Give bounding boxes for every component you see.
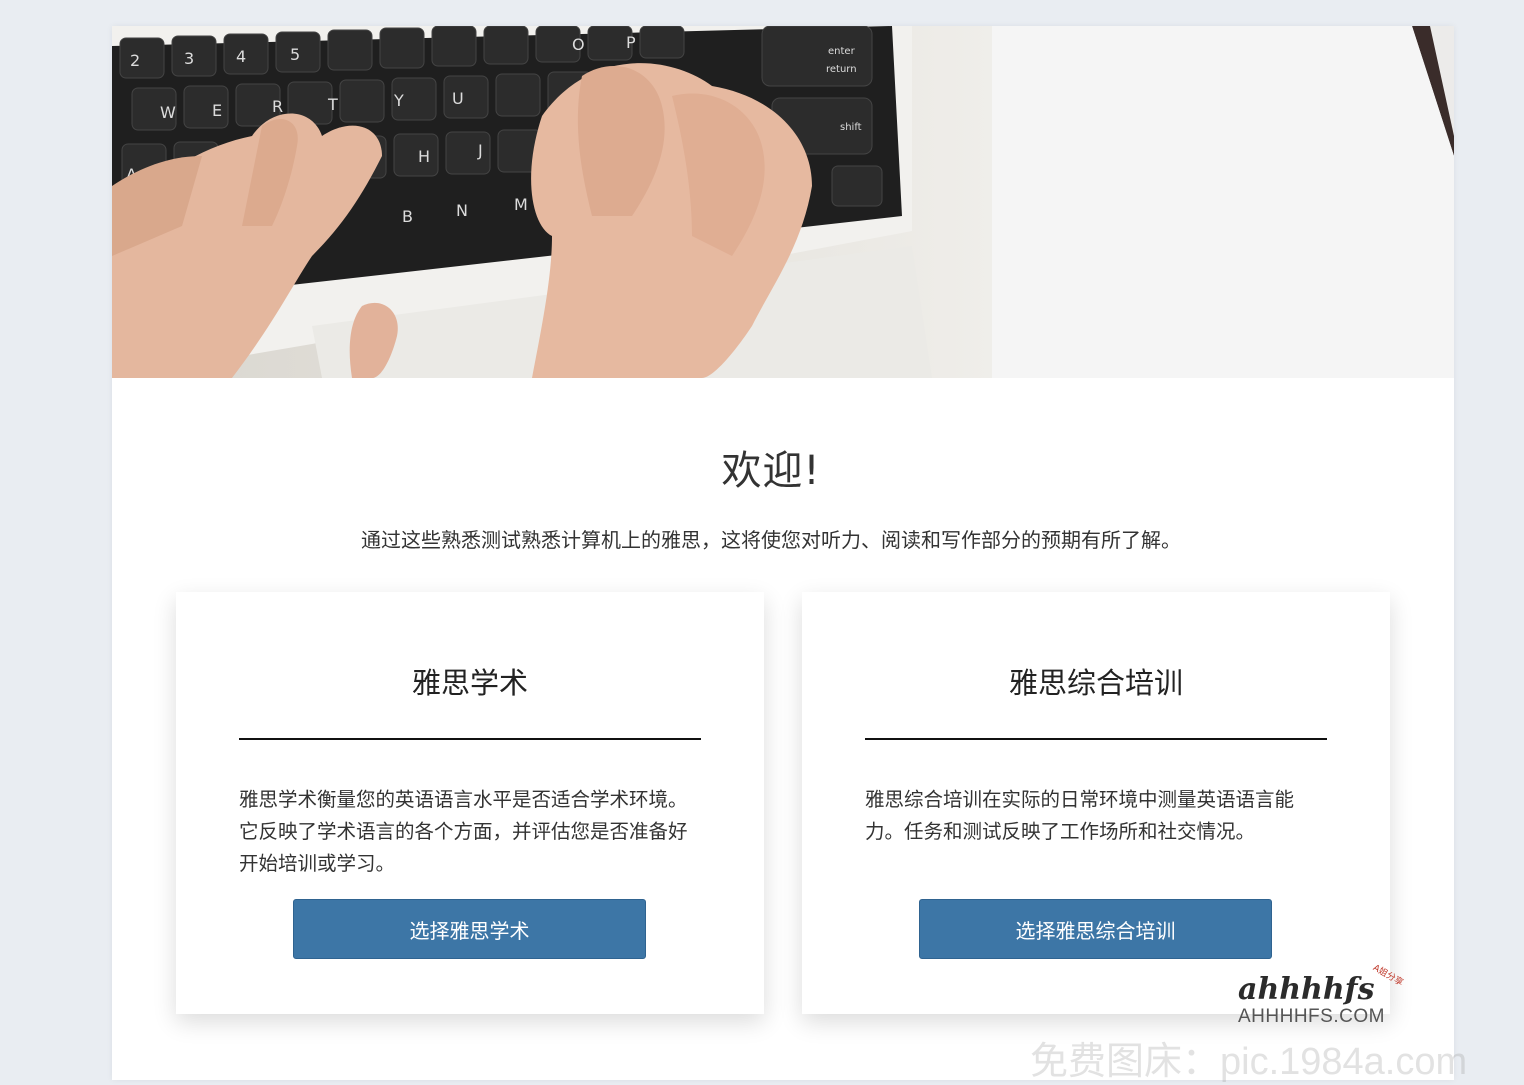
- svg-text:B: B: [402, 207, 413, 226]
- svg-text:2: 2: [130, 51, 140, 70]
- card-description: 雅思学术衡量您的英语语言水平是否适合学术环境。它反映了学术语言的各个方面，并评估…: [239, 788, 688, 875]
- svg-text:4: 4: [236, 47, 246, 66]
- svg-text:enter: enter: [828, 46, 856, 57]
- svg-text:shift: shift: [840, 122, 862, 133]
- watermark-logo: ahhhhfs: [1238, 972, 1375, 1007]
- card-description: 雅思综合培训在实际的日常环境中测量英语语言能力。任务和测试反映了工作场所和社交情…: [865, 788, 1295, 843]
- card-title: 雅思综合培训: [1008, 666, 1183, 700]
- hero-image: 234 5OP WER TYU AGH JBN M enter return s…: [112, 26, 1454, 378]
- watermark-overlay: 免费图床：pic.1984a.com: [1030, 1041, 1468, 1083]
- card-ielts-general-training: 雅思综合培训 雅思综合培训在实际的日常环境中测量英语语言能力。任务和测试反映了工…: [802, 592, 1390, 1014]
- select-academic-button[interactable]: 选择雅思学术: [293, 899, 646, 959]
- select-general-training-button[interactable]: 选择雅思综合培训: [919, 899, 1272, 959]
- welcome-title: 欢迎!: [721, 448, 821, 494]
- svg-text:U: U: [452, 89, 464, 108]
- svg-text:O: O: [572, 35, 585, 54]
- card-divider: [239, 738, 701, 740]
- svg-text:M: M: [514, 195, 528, 214]
- watermark-site: AHHHHFS.COM: [1238, 1006, 1385, 1027]
- welcome-intro: 通过这些熟悉测试熟悉计算机上的雅思，这将使您对听力、阅读和写作部分的预期有所了解…: [361, 528, 1181, 552]
- card-title: 雅思学术: [411, 666, 528, 700]
- svg-text:T: T: [327, 95, 338, 114]
- svg-text:R: R: [272, 97, 283, 116]
- svg-text:W: W: [160, 103, 176, 122]
- svg-text:P: P: [626, 33, 636, 52]
- svg-text:5: 5: [290, 45, 300, 64]
- main-panel: 234 5OP WER TYU AGH JBN M enter return s…: [112, 26, 1454, 1080]
- svg-text:Y: Y: [393, 91, 404, 110]
- svg-text:return: return: [826, 64, 857, 75]
- svg-text:N: N: [456, 201, 468, 220]
- svg-text:3: 3: [184, 49, 194, 68]
- svg-text:J: J: [477, 141, 483, 160]
- card-ielts-academic: 雅思学术 雅思学术衡量您的英语语言水平是否适合学术环境。它反映了学术语言的各个方…: [176, 592, 764, 1014]
- svg-text:E: E: [212, 101, 222, 120]
- svg-text:H: H: [418, 147, 430, 166]
- card-divider: [865, 738, 1327, 740]
